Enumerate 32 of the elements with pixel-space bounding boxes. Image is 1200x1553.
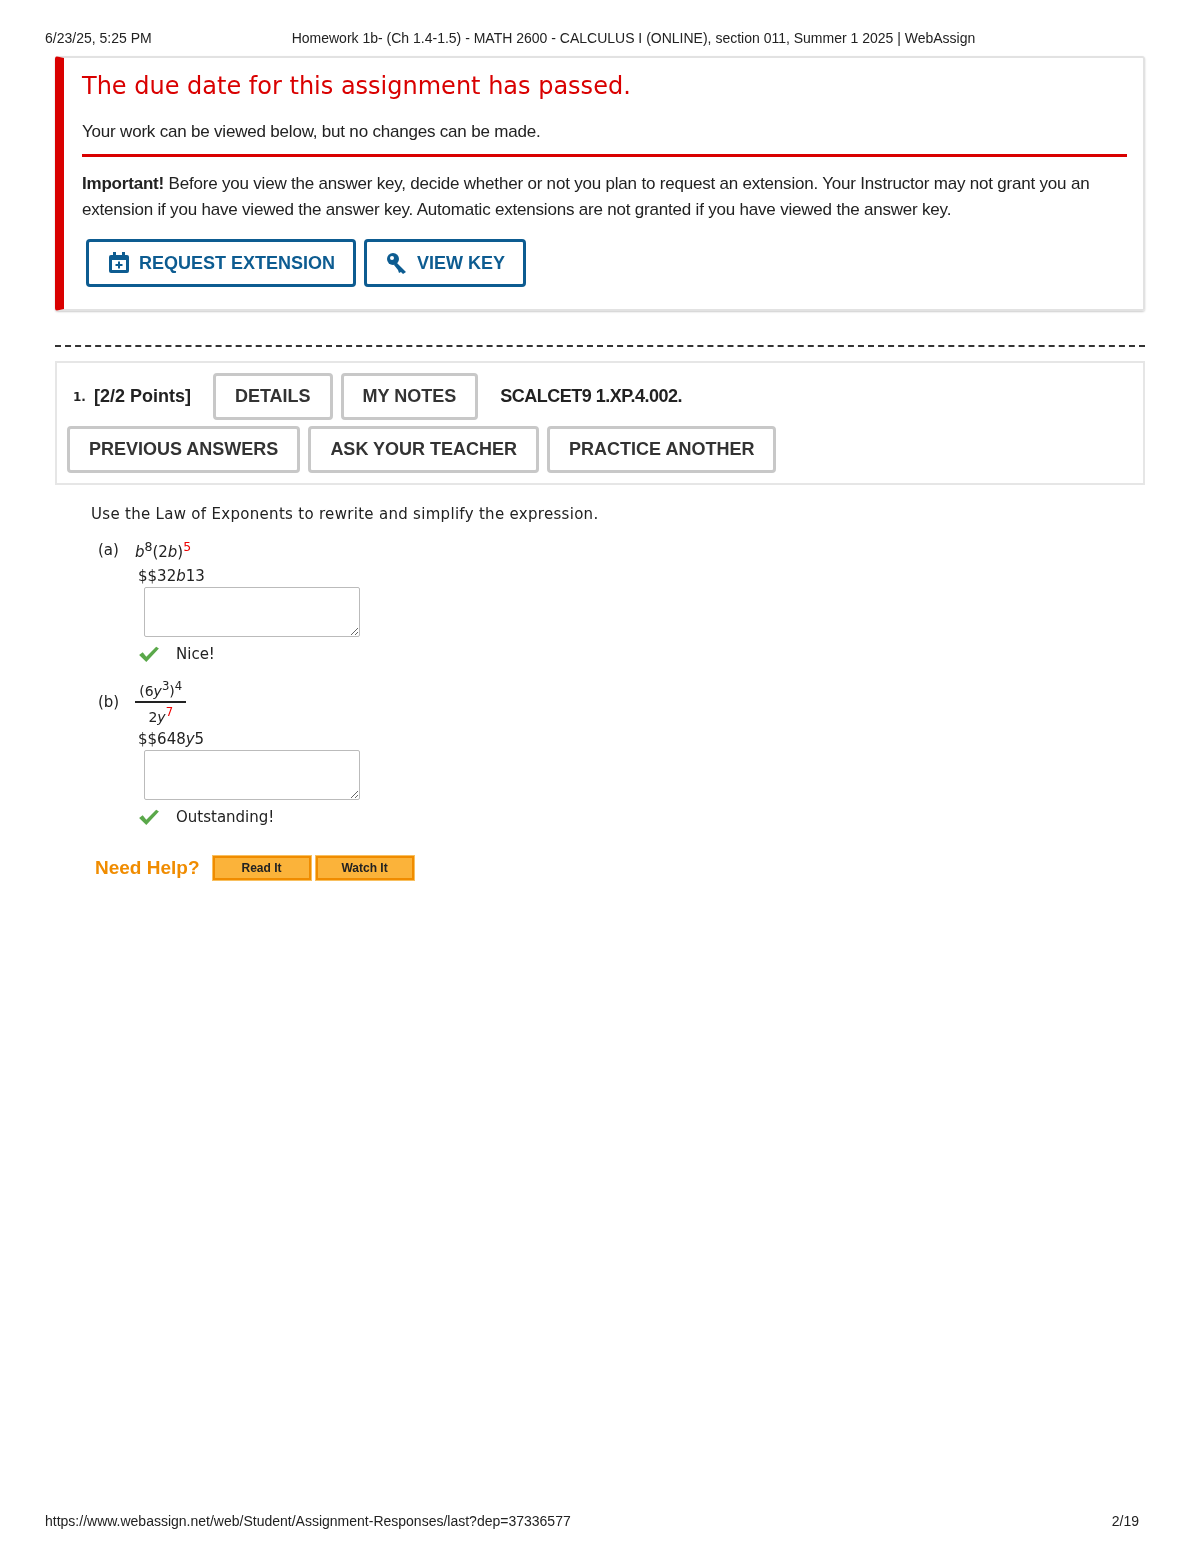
question-button[interactable]: ASK YOUR TEACHER [308, 426, 540, 473]
need-help-label: Need Help? [95, 857, 200, 880]
page-url: https://www.webassign.net/web/Student/Assignment-Responses/last?dep=37336577 [45, 1513, 571, 1529]
question-code: SCALCET9 1.XP.4.002. [500, 386, 683, 407]
question-button[interactable]: MY NOTES [340, 373, 479, 420]
print-date: 6/23/25, 5:25 PM [45, 30, 152, 46]
points-label: [2/2 Points] [93, 386, 191, 407]
feedback-text: Nice! [176, 645, 215, 663]
question-button[interactable]: DETAILS [212, 373, 333, 420]
question-button[interactable]: PREVIOUS ANSWERS [67, 426, 301, 473]
part-label: (a) [98, 541, 119, 559]
notice-message: Your work can be viewed below, but no changes can be made. [82, 122, 542, 142]
notice-button[interactable]: VIEW KEY [364, 239, 527, 287]
answer-field[interactable] [144, 750, 360, 801]
question-button[interactable]: PRACTICE ANOTHER [547, 426, 777, 473]
notice-paragraph: Important! Before you view the answer key, decide whether or not you plan to request an extension. Your Instructor may not grant you an extension if you have viewed the answer key. Automatic extensions are not granted if you have viewed the answer key. [82, 173, 1091, 221]
notice-heading: The due date for this assignment has passed. [82, 72, 632, 100]
notice-button[interactable]: REQUEST EXTENSION [86, 239, 357, 287]
math-expression: b$^{8}$(2b)$^{5}$ [134, 539, 192, 561]
part-label: (b) [98, 692, 120, 711]
answer-field[interactable] [144, 587, 360, 637]
page-title: Homework 1b- (Ch 1.4-1.5) - MATH 2600 - CALCULUS I (ONLINE), section 011, Summer 1 2025 | WebAssign [291, 30, 976, 46]
help-button[interactable]: Read It [212, 856, 311, 881]
question-prompt: Use the Law of Exponents to rewrite and simplify the expression. [91, 505, 600, 523]
page-number: 2/19 [1111, 1513, 1139, 1529]
help-button[interactable]: Watch It [315, 856, 414, 881]
feedback-text: Outstanding! [176, 808, 275, 827]
previous-answer: $$32b13 [138, 567, 206, 585]
math-fraction: (6y$^{3}$)$^{4}$ 2y$^{7}$ [135, 679, 187, 725]
previous-answer: $$648y5 [138, 730, 206, 749]
calendar-plus-icon [107, 251, 131, 275]
question-number: 1. [73, 389, 86, 404]
